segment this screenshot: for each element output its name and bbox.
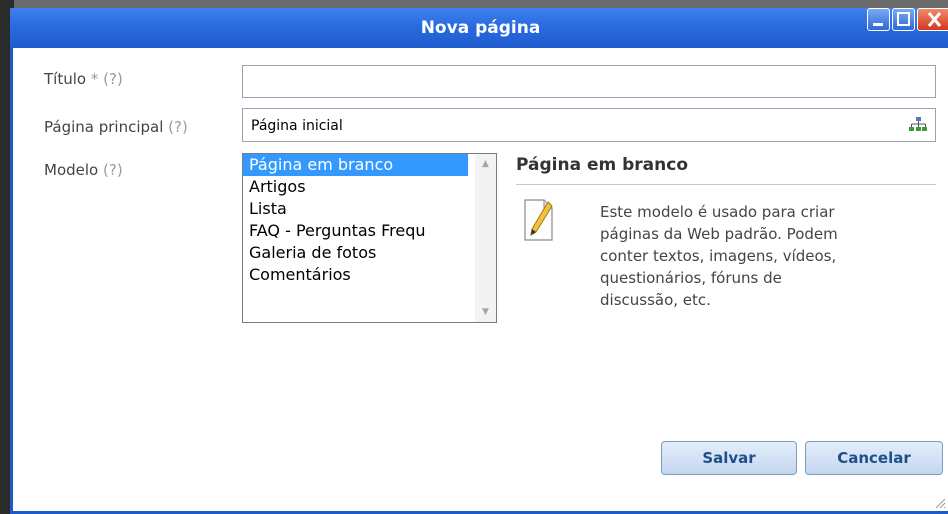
nova-pagina-dialog: Nova página Título * (?) Página principa… [10, 8, 948, 514]
divider [516, 184, 936, 185]
cancel-button[interactable]: Cancelar [805, 441, 943, 475]
listbox-scrollbar[interactable]: ▲ ▼ [475, 154, 496, 322]
minimize-button[interactable] [867, 8, 890, 31]
sitemap-icon[interactable] [909, 117, 927, 133]
pencil-document-icon [524, 199, 553, 241]
list-item[interactable]: Lista [243, 198, 468, 220]
description-line: discussão, etc. [600, 291, 711, 309]
description-line: páginas da Web padrão. Podem [600, 225, 838, 243]
list-item[interactable]: Galeria de fotos [243, 242, 468, 264]
titulo-input[interactable] [242, 65, 936, 98]
modelo-help-link[interactable]: (?) [103, 161, 123, 179]
dialog-title: Nova página [420, 18, 541, 38]
titulo-help-link[interactable]: (?) [103, 70, 123, 88]
pagina-principal-field[interactable]: Página inicial [242, 108, 936, 142]
list-item[interactable]: FAQ - Perguntas Frequ [243, 220, 468, 242]
save-button[interactable]: Salvar [661, 441, 797, 475]
template-description-title: Página em branco [516, 155, 689, 175]
resize-grip-icon[interactable] [934, 497, 946, 509]
description-line: conter textos, imagens, vídeos, [600, 247, 837, 265]
modelo-label: Modelo (?) [44, 161, 123, 179]
title-bar[interactable]: Nova página [10, 8, 948, 48]
scroll-down-arrow-icon[interactable]: ▼ [475, 302, 496, 322]
close-button[interactable] [917, 8, 948, 31]
pagina-principal-help-link[interactable]: (?) [168, 118, 188, 136]
maximize-icon [897, 12, 910, 26]
description-line: Este modelo é usado para criar [600, 203, 835, 221]
pagina-principal-label: Página principal (?) [44, 118, 188, 136]
pagina-principal-value: Página inicial [251, 118, 343, 134]
titulo-label: Título * (?) [44, 70, 123, 88]
list-item[interactable]: Comentários [243, 264, 468, 286]
modelo-label-text: Modelo [44, 161, 99, 179]
template-description-text: Este modelo é usado para criar páginas d… [600, 201, 935, 311]
list-item[interactable]: Página em branco [243, 154, 468, 176]
pagina-principal-label-text: Página principal [44, 118, 164, 136]
modelo-listbox[interactable]: Página em branco Artigos Lista FAQ - Per… [242, 153, 497, 323]
list-item[interactable]: Artigos [243, 176, 468, 198]
maximize-button[interactable] [892, 8, 915, 31]
close-icon [927, 12, 942, 27]
titulo-label-text: Título [44, 70, 87, 88]
description-line: questionários, fóruns de [600, 269, 782, 287]
minimize-icon [873, 23, 883, 26]
scroll-up-arrow-icon[interactable]: ▲ [475, 154, 496, 174]
required-mark: * [90, 70, 99, 88]
